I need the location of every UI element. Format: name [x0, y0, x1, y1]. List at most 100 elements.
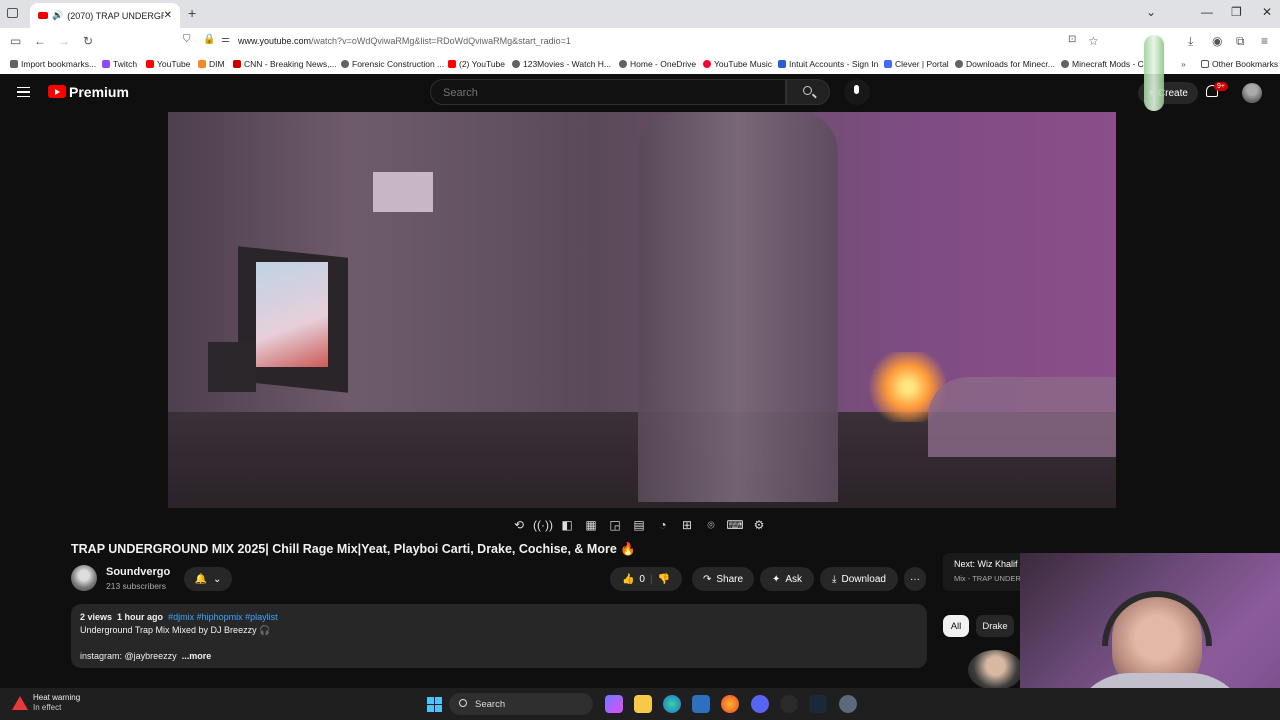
- screenshot-icon[interactable]: ⌾: [702, 517, 720, 533]
- discord-icon[interactable]: [751, 695, 769, 713]
- obs-icon[interactable]: [780, 695, 798, 713]
- close-tab-icon[interactable]: ✕: [164, 10, 172, 21]
- list-tabs-icon[interactable]: ⌄: [1146, 5, 1156, 19]
- shield-icon[interactable]: ⛉: [183, 34, 191, 45]
- hamburger-menu-icon[interactable]: [17, 87, 30, 97]
- minimize-icon[interactable]: —: [1201, 5, 1213, 19]
- extensions-icon[interactable]: ⧉: [1236, 34, 1245, 49]
- steam-icon[interactable]: [809, 695, 827, 713]
- tab-title: (2070) TRAP UNDERGROUND: [67, 10, 163, 21]
- bookmark-123movies[interactable]: 123Movies - Watch H...: [512, 59, 611, 69]
- bookmark-forensic[interactable]: Forensic Construction ...: [341, 59, 444, 69]
- video-title: TRAP UNDERGROUND MIX 2025| Chill Rage Mi…: [71, 542, 636, 556]
- other-bookmarks[interactable]: Other Bookmarks: [1201, 59, 1278, 69]
- bookmark-minecraft-mods[interactable]: Minecraft Mods - C: [1061, 59, 1144, 69]
- maximize-icon[interactable]: ❐: [1231, 5, 1242, 19]
- share-button[interactable]: ↷ Share: [692, 567, 754, 591]
- channel-name[interactable]: Soundvergo: [106, 566, 170, 578]
- reader-view-icon[interactable]: ⊡: [1068, 34, 1076, 45]
- show-more-link[interactable]: ...more: [182, 651, 212, 661]
- chip-all[interactable]: All: [943, 615, 969, 637]
- bookmarks-overflow-icon[interactable]: »: [1181, 59, 1186, 69]
- chevron-down-icon: ⌄: [213, 573, 222, 585]
- clapper-icon[interactable]: ▦: [582, 517, 600, 533]
- settings-icon[interactable]: [839, 695, 857, 713]
- audio-icon[interactable]: ((·)): [533, 517, 553, 533]
- bookmark-youtube-music[interactable]: YouTube Music: [703, 59, 772, 69]
- popup-icon[interactable]: ⊞: [678, 517, 696, 533]
- file-explorer-icon[interactable]: [634, 695, 652, 713]
- edge-icon[interactable]: [663, 695, 681, 713]
- description-meta: 2 views 1 hour ago #djmix #hiphopmix #pl…: [80, 612, 278, 622]
- hashtags[interactable]: #djmix #hiphopmix #playlist: [168, 612, 278, 622]
- settings-gear-icon[interactable]: ⚙: [750, 517, 768, 533]
- audio-playing-icon[interactable]: 🔊: [52, 10, 63, 21]
- chip-drake[interactable]: Drake: [976, 615, 1014, 637]
- loop-icon[interactable]: ⟲: [510, 517, 528, 533]
- globe-icon: [955, 60, 963, 68]
- permissions-icon[interactable]: ⚌: [221, 34, 230, 45]
- download-button[interactable]: ⤓ Download: [820, 567, 898, 591]
- address-bar[interactable]: www.youtube.com/watch?v=oWdQviwaRMg&list…: [238, 36, 571, 46]
- theater-icon[interactable]: ▤: [630, 517, 648, 533]
- bookmark-minecraft-downloads[interactable]: Downloads for Minecr...: [955, 59, 1055, 69]
- more-actions-button[interactable]: ···: [904, 567, 926, 591]
- downloads-icon[interactable]: ⤓: [1188, 34, 1193, 49]
- headphones-icon: [1102, 591, 1212, 646]
- heat-warning-status: In effect: [33, 703, 62, 712]
- bookmark-youtube[interactable]: YouTube: [146, 59, 190, 69]
- description-box[interactable]: 2 views 1 hour ago #djmix #hiphopmix #pl…: [71, 604, 927, 668]
- close-window-icon[interactable]: ✕: [1262, 5, 1272, 19]
- tab-actions-icon[interactable]: [7, 8, 18, 18]
- back-icon[interactable]: ←: [34, 34, 46, 48]
- bookmark-onedrive[interactable]: Home - OneDrive: [619, 59, 696, 69]
- bookmark-twitch[interactable]: Twitch: [102, 59, 137, 69]
- cinema-icon[interactable]: ◧: [558, 517, 576, 533]
- dislike-button[interactable]: 👎: [658, 574, 670, 585]
- youtube-header: Premium +Create 9+: [0, 74, 1280, 112]
- browser-tab[interactable]: 🔊 (2070) TRAP UNDERGROUND ✕: [30, 3, 180, 28]
- keyboard-icon[interactable]: ⌨: [726, 517, 744, 533]
- description-text: Underground Trap Mix Mixed by DJ Breezzy…: [80, 625, 271, 635]
- forward-icon[interactable]: →: [58, 34, 70, 48]
- bookmark-youtube-2[interactable]: (2) YouTube: [448, 59, 505, 69]
- lock-icon[interactable]: 🔒: [203, 34, 215, 45]
- pip-icon[interactable]: ◲: [606, 517, 624, 533]
- video-player[interactable]: [168, 112, 1116, 508]
- bookmark-star-icon[interactable]: ☆: [1088, 34, 1099, 48]
- subscribed-button[interactable]: 🔔 ⌄: [184, 567, 232, 591]
- speed-icon[interactable]: ◔: [654, 517, 672, 533]
- ask-button[interactable]: ✦ Ask: [760, 567, 814, 591]
- youtube-logo-icon[interactable]: [48, 85, 66, 98]
- url-host: www.youtube.com: [238, 36, 312, 46]
- account-icon[interactable]: ◉: [1212, 34, 1222, 48]
- bookmark-clever[interactable]: Clever | Portal: [884, 59, 949, 69]
- bookmark-label: Downloads for Minecr...: [966, 59, 1055, 69]
- like-button[interactable]: 👍: [622, 574, 634, 585]
- bookmark-cnn[interactable]: CNN - Breaking News,...: [233, 59, 337, 69]
- recommended-thumbnail[interactable]: [968, 650, 1023, 690]
- bookmark-import[interactable]: Import bookmarks...: [10, 59, 96, 69]
- user-avatar[interactable]: [1242, 83, 1262, 103]
- search-input[interactable]: [441, 86, 745, 100]
- windows-start-icon[interactable]: [427, 697, 442, 712]
- sidebar-toggle-icon[interactable]: ▭: [10, 34, 21, 48]
- next-video-title: Next: Wiz Khalif: [954, 559, 1018, 569]
- firefox-icon[interactable]: [721, 695, 739, 713]
- menu-icon[interactable]: ≡: [1261, 34, 1268, 48]
- import-icon: [10, 60, 18, 68]
- channel-avatar[interactable]: [71, 565, 97, 591]
- search-box[interactable]: [430, 79, 786, 105]
- copilot-icon[interactable]: [605, 695, 623, 713]
- dim-icon: [198, 60, 206, 68]
- store-icon[interactable]: [692, 695, 710, 713]
- bookmark-dim[interactable]: DIM: [198, 59, 225, 69]
- taskbar-search[interactable]: Search: [449, 693, 593, 715]
- upload-age: 1 hour ago: [117, 612, 164, 622]
- search-button[interactable]: [786, 79, 830, 105]
- youtube-premium-brand[interactable]: Premium: [69, 84, 129, 100]
- voice-search-icon[interactable]: [844, 79, 870, 105]
- new-tab-button[interactable]: +: [188, 5, 196, 21]
- bookmark-intuit[interactable]: Intuit Accounts - Sign In: [778, 59, 878, 69]
- reload-icon[interactable]: ↻: [83, 34, 93, 48]
